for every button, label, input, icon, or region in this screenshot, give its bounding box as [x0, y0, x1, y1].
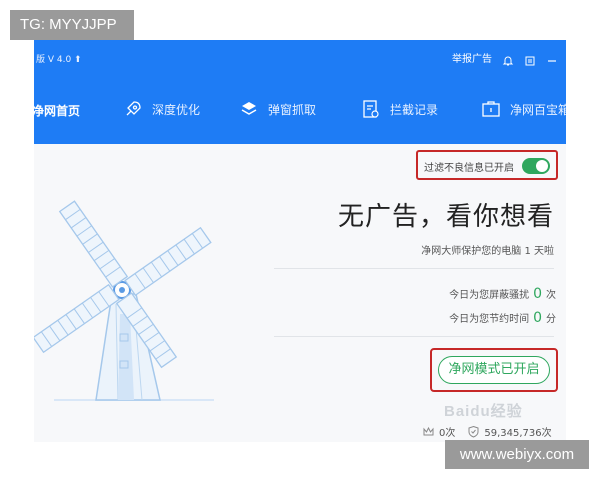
record-icon	[360, 98, 382, 120]
stat-saved-value: 0	[533, 310, 542, 326]
bottom-stat-left-value: 0次	[439, 428, 456, 439]
window-controls: 举报广告	[452, 50, 558, 65]
baidu-watermark: Baidu经验	[444, 403, 523, 420]
tab-deep-optimize[interactable]: 深度优化	[122, 98, 200, 120]
bottom-stat-right-value: 59,345,736次	[484, 428, 552, 439]
stat-saved-prefix: 今日为您节约时间	[449, 314, 530, 325]
watermark-bottom-right: www.webiyx.com	[445, 440, 589, 469]
windmill-illustration	[34, 200, 214, 401]
headline: 无广告，看你想看	[337, 202, 554, 232]
filter-toggle-switch[interactable]	[522, 158, 550, 174]
tab-home-label: 净网首页	[34, 104, 81, 118]
version-label: 版 V 4.0 ⬆	[36, 55, 82, 65]
mode-button-highlight: 净网模式已开启	[430, 348, 558, 392]
toolbox-icon	[480, 98, 502, 120]
tab-popup-capture-label: 弹窗抓取	[268, 102, 317, 117]
minimize-icon[interactable]	[546, 52, 558, 64]
report-ad-link[interactable]: 举报广告	[452, 50, 492, 65]
tab-block-records[interactable]: 拦截记录	[360, 98, 438, 120]
stat-time-saved: 今日为您节约时间 0 分	[449, 310, 556, 326]
stat-blocked-prefix: 今日为您屏蔽骚扰	[449, 290, 530, 301]
crown-icon	[422, 425, 435, 438]
stat-saved-suffix: 分	[546, 314, 556, 325]
home-content: 过滤不良信息已开启 无广告，看你想看 净网大师保护您的电脑 1 天啦 今日为您屏…	[34, 144, 566, 442]
tab-toolbox[interactable]: 净网百宝箱	[480, 98, 566, 120]
divider	[274, 336, 554, 337]
shield-check-icon	[467, 425, 480, 438]
bottom-stat-right: 59,345,736次	[467, 424, 552, 439]
app-window: 版 V 4.0 ⬆ 举报广告 净网首页 深度优化 弹窗抓取 拦截记录 净网百宝箱…	[34, 40, 566, 442]
menu-icon[interactable]	[524, 52, 536, 65]
tab-block-records-label: 拦截记录	[390, 102, 439, 117]
stat-blocked-value: 0	[533, 286, 542, 302]
main-nav: 净网首页 深度优化 弹窗抓取 拦截记录 净网百宝箱	[34, 92, 566, 128]
bottom-stat-left: 0次	[422, 424, 455, 439]
filter-label: 过滤不良信息已开启	[424, 163, 514, 174]
bell-icon[interactable]	[502, 52, 514, 65]
tab-home[interactable]: 净网首页	[34, 102, 80, 119]
divider	[274, 268, 554, 269]
top-header: 版 V 4.0 ⬆ 举报广告 净网首页 深度优化 弹窗抓取 拦截记录 净网百宝箱	[34, 40, 566, 144]
stat-blocked: 今日为您屏蔽骚扰 0 次	[449, 286, 556, 302]
protection-days-text: 净网大师保护您的电脑 1 天啦	[421, 246, 554, 257]
layers-icon	[238, 98, 260, 120]
tab-deep-optimize-label: 深度优化	[152, 102, 201, 117]
rocket-icon	[122, 98, 144, 120]
tab-toolbox-label: 净网百宝箱	[510, 102, 566, 117]
clean-mode-button[interactable]: 净网模式已开启	[438, 356, 550, 384]
watermark-top-left: TG: MYYJJPP	[10, 10, 134, 40]
bottom-stats: 0次 59,345,736次	[422, 424, 552, 439]
tab-popup-capture[interactable]: 弹窗抓取	[238, 98, 316, 120]
stat-blocked-suffix: 次	[546, 290, 556, 301]
screenshot-root: TG: MYYJJPP 版 V 4.0 ⬆ 举报广告 净网首页 深度优化 弹窗抓…	[0, 0, 600, 480]
filter-toggle-highlight: 过滤不良信息已开启	[416, 150, 558, 180]
